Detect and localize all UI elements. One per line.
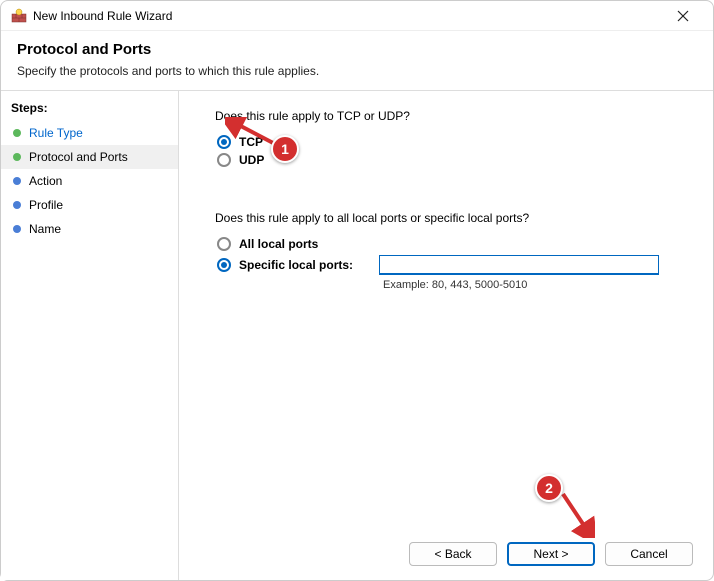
radio-udp[interactable]: UDP: [217, 153, 685, 167]
window-title: New Inbound Rule Wizard: [33, 9, 663, 23]
ports-question: Does this rule apply to all local ports …: [215, 211, 685, 225]
titlebar: New Inbound Rule Wizard: [1, 1, 713, 31]
step-bullet-icon: [13, 129, 21, 137]
step-protocol-and-ports[interactable]: Protocol and Ports: [1, 145, 178, 169]
wizard-header: Protocol and Ports Specify the protocols…: [1, 31, 713, 90]
specific-ports-input[interactable]: [379, 255, 659, 275]
page-subtitle: Specify the protocols and ports to which…: [17, 64, 697, 78]
step-profile[interactable]: Profile: [1, 193, 178, 217]
radio-all-local-ports[interactable]: All local ports: [217, 237, 685, 251]
steps-sidebar: Steps: Rule Type Protocol and Ports Acti…: [1, 91, 179, 580]
step-bullet-icon: [13, 201, 21, 209]
page-title: Protocol and Ports: [17, 41, 697, 58]
radio-label: Specific local ports:: [239, 258, 379, 272]
step-rule-type[interactable]: Rule Type: [1, 121, 178, 145]
annotation-badge-2: 2: [535, 474, 563, 502]
annotation-arrow-icon: [553, 488, 595, 538]
radio-specific-local-ports[interactable]: Specific local ports:: [217, 255, 685, 275]
radio-icon: [217, 237, 231, 251]
next-button[interactable]: Next >: [507, 542, 595, 566]
close-button[interactable]: [663, 1, 703, 31]
radio-icon: [217, 135, 231, 149]
step-bullet-icon: [13, 153, 21, 161]
steps-header: Steps:: [1, 97, 178, 121]
step-bullet-icon: [13, 177, 21, 185]
wizard-content: Does this rule apply to TCP or UDP? TCP …: [179, 91, 713, 580]
radio-label: UDP: [239, 153, 264, 167]
step-label: Protocol and Ports: [29, 150, 128, 164]
back-button[interactable]: < Back: [409, 542, 497, 566]
firewall-icon: [11, 8, 27, 24]
radio-tcp[interactable]: TCP: [217, 135, 685, 149]
protocol-question: Does this rule apply to TCP or UDP?: [215, 109, 685, 123]
step-bullet-icon: [13, 225, 21, 233]
cancel-button[interactable]: Cancel: [605, 542, 693, 566]
radio-icon: [217, 153, 231, 167]
step-label: Rule Type: [29, 126, 83, 140]
step-action[interactable]: Action: [1, 169, 178, 193]
step-label: Action: [29, 174, 62, 188]
step-label: Profile: [29, 198, 63, 212]
radio-label: TCP: [239, 135, 263, 149]
radio-icon: [217, 258, 231, 272]
port-example-text: Example: 80, 443, 5000-5010: [383, 279, 685, 291]
step-name[interactable]: Name: [1, 217, 178, 241]
radio-label: All local ports: [239, 237, 379, 251]
wizard-footer: < Back Next > Cancel: [409, 542, 693, 566]
step-label: Name: [29, 222, 61, 236]
